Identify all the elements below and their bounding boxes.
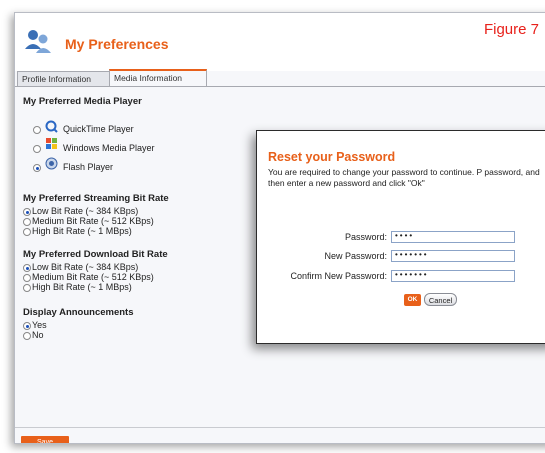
option-label-streaming-high: High Bit Rate (~ 1 MBps) <box>32 226 132 236</box>
option-label-flash-player: Flash Player <box>63 162 114 172</box>
page-title: My Preferences <box>65 36 169 52</box>
radio-download-low[interactable] <box>23 264 31 272</box>
option-label-download-medium: Medium Bit Rate (~ 512 KBps) <box>32 272 154 282</box>
dialog-title: Reset your Password <box>268 150 396 164</box>
users-logo-icon <box>25 30 51 53</box>
section-heading-download: My Preferred Download Bit Rate <box>23 249 168 260</box>
option-label-download-high: High Bit Rate (~ 1 MBps) <box>32 282 132 292</box>
section-heading-media-player: My Preferred Media Player <box>23 96 142 107</box>
radio-windows-media-player[interactable] <box>33 145 41 153</box>
section-heading-streaming: My Preferred Streaming Bit Rate <box>23 193 169 204</box>
option-label-windows-media-player: Windows Media Player <box>63 143 155 153</box>
option-label-announcements-yes: Yes <box>32 320 47 330</box>
save-button[interactable]: Save <box>21 436 69 443</box>
tab-media-information[interactable]: Media Information <box>109 69 207 87</box>
radio-streaming-medium[interactable] <box>23 218 31 226</box>
confirm-password-label: Confirm New Password: <box>290 271 387 281</box>
radio-announcements-yes[interactable] <box>23 322 31 330</box>
ok-button[interactable]: OK <box>404 294 421 306</box>
dialog-description: You are required to change your password… <box>268 167 540 188</box>
windows-media-icon <box>46 138 57 149</box>
option-label-quicktime: QuickTime Player <box>63 124 134 134</box>
reset-password-dialog: Reset your Password You are required to … <box>256 130 545 344</box>
section-heading-announcements: Display Announcements <box>23 307 134 318</box>
password-label: Password: <box>344 232 387 242</box>
radio-download-high[interactable] <box>23 284 31 292</box>
radio-download-medium[interactable] <box>23 274 31 282</box>
footer-divider <box>15 427 545 428</box>
option-label-download-low: Low Bit Rate (~ 384 KBps) <box>32 262 139 272</box>
confirm-password-field[interactable]: ••••••• <box>391 270 515 282</box>
password-field[interactable]: •••• <box>391 231 515 243</box>
radio-streaming-low[interactable] <box>23 208 31 216</box>
radio-quicktime[interactable] <box>33 126 41 134</box>
flash-icon <box>45 157 58 170</box>
new-password-field[interactable]: ••••••• <box>391 250 515 262</box>
tab-profile-information[interactable]: Profile Information <box>17 71 113 86</box>
figure-label: Figure 7 <box>483 21 539 38</box>
radio-announcements-no[interactable] <box>23 332 31 340</box>
option-label-streaming-medium: Medium Bit Rate (~ 512 KBps) <box>32 216 154 226</box>
quicktime-icon <box>45 120 58 133</box>
radio-flash-player[interactable] <box>33 164 41 172</box>
cancel-button[interactable]: Cancel <box>424 293 457 306</box>
new-password-label: New Password: <box>324 251 387 261</box>
option-label-streaming-low: Low Bit Rate (~ 384 KBps) <box>32 206 139 216</box>
radio-streaming-high[interactable] <box>23 228 31 236</box>
option-label-announcements-no: No <box>32 330 44 340</box>
header: My Preferences Figure 7 <box>15 13 545 71</box>
